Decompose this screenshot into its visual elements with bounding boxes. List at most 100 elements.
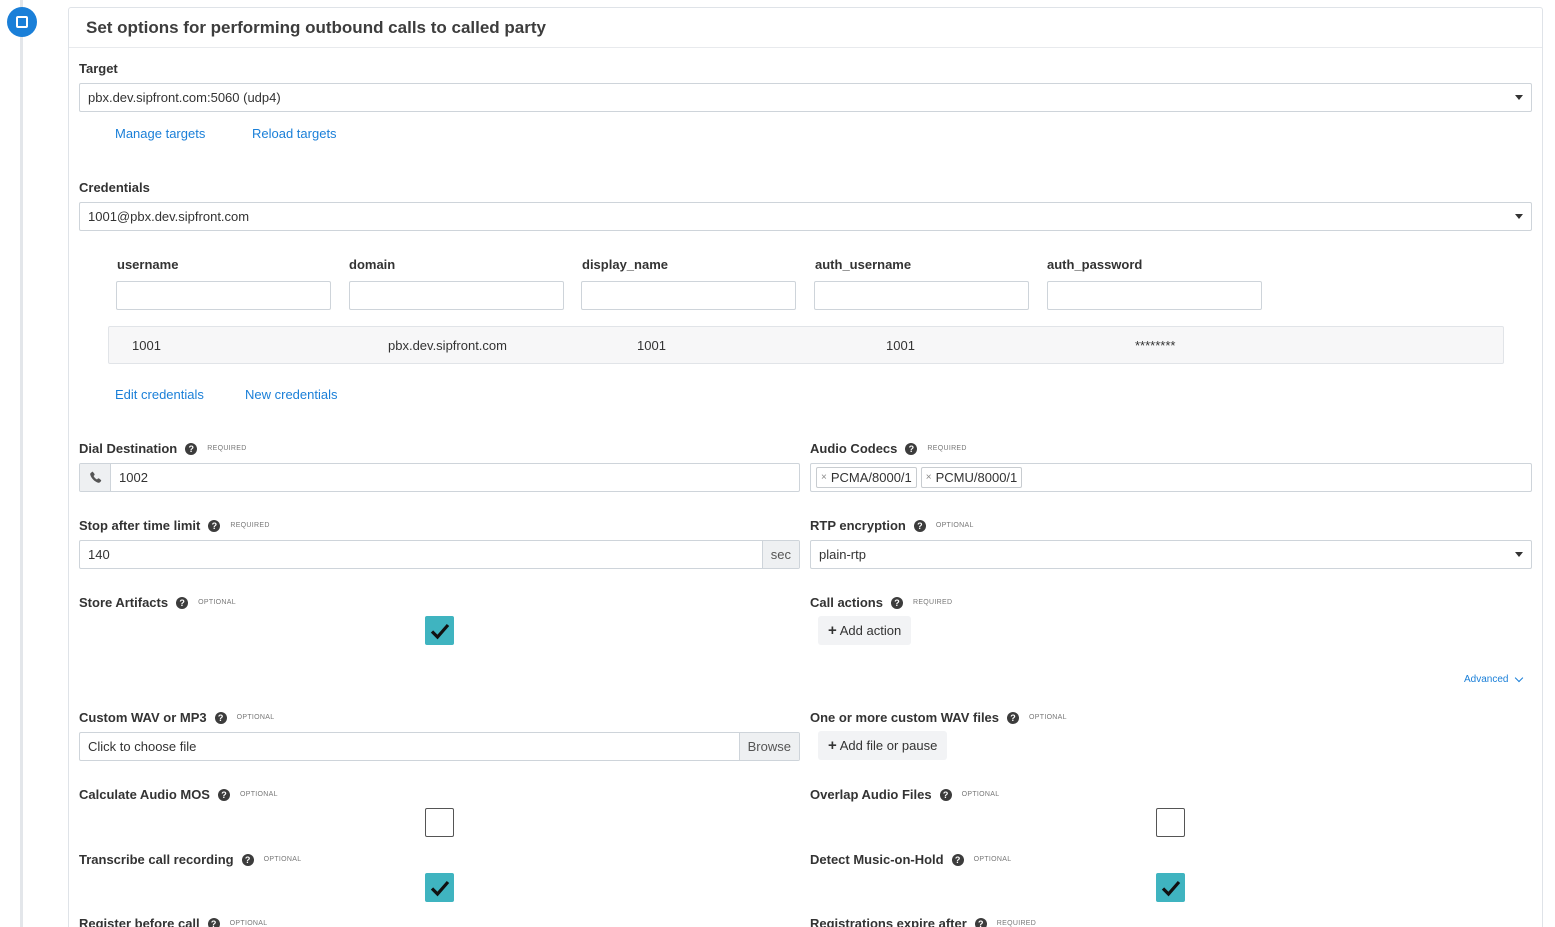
add-action-label: Add action bbox=[839, 623, 902, 638]
help-icon[interactable]: ? bbox=[208, 519, 221, 532]
optional-tag: OPTIONAL bbox=[198, 599, 236, 606]
custom-wav-label: Custom WAV or MP3 ? OPTIONAL bbox=[79, 710, 274, 725]
chevron-down-icon bbox=[1515, 673, 1524, 683]
transcribe-label: Transcribe call recording ? OPTIONAL bbox=[79, 852, 301, 867]
cell-username: 1001 bbox=[132, 338, 161, 353]
detect-moh-checkbox[interactable] bbox=[1156, 873, 1185, 902]
reg-expire-label-text: Registrations expire after bbox=[810, 916, 967, 927]
dial-destination-value: 1002 bbox=[119, 470, 148, 485]
cell-display-name: 1001 bbox=[637, 338, 666, 353]
optional-tag: OPTIONAL bbox=[935, 522, 974, 529]
help-icon[interactable]: ? bbox=[939, 788, 952, 801]
audio-codecs-multiselect[interactable]: × PCMA/8000/1 × PCMU/8000/1 bbox=[810, 463, 1532, 492]
username-filter-input[interactable] bbox=[116, 281, 331, 310]
register-before-label: Register before call ? OPTIONAL bbox=[79, 916, 267, 927]
column-header-username: username bbox=[117, 257, 179, 272]
help-icon[interactable]: ? bbox=[890, 596, 903, 609]
call-actions-label-text: Call actions bbox=[810, 595, 883, 610]
step-square-icon[interactable] bbox=[7, 7, 37, 37]
rtp-encryption-value: plain-rtp bbox=[819, 547, 866, 562]
cell-domain: pbx.dev.sipfront.com bbox=[388, 338, 507, 353]
column-header-auth-password: auth_password bbox=[1047, 257, 1143, 272]
calc-mos-label-text: Calculate Audio MOS bbox=[79, 787, 210, 802]
chevron-down-icon bbox=[1515, 552, 1523, 557]
custom-wav-placeholder: Click to choose file bbox=[88, 739, 197, 754]
custom-wav-files-label: One or more custom WAV files ? OPTIONAL bbox=[810, 710, 1067, 725]
time-limit-field[interactable]: 140 sec bbox=[79, 540, 800, 569]
help-icon[interactable]: ? bbox=[176, 596, 189, 609]
help-icon[interactable]: ? bbox=[913, 519, 926, 532]
help-icon[interactable]: ? bbox=[1007, 711, 1020, 724]
time-limit-unit: sec bbox=[761, 541, 799, 568]
plus-icon: + bbox=[828, 737, 837, 754]
store-artifacts-checkbox[interactable] bbox=[425, 616, 454, 645]
advanced-label: Advanced bbox=[1464, 674, 1509, 685]
optional-tag: OPTIONAL bbox=[1029, 714, 1067, 721]
advanced-toggle[interactable]: Advanced bbox=[1464, 673, 1524, 685]
card-title: Set options for performing outbound call… bbox=[69, 8, 1542, 48]
auth-username-filter-input[interactable] bbox=[814, 281, 1029, 310]
optional-tag: OPTIONAL bbox=[961, 791, 1000, 798]
dial-destination-field[interactable]: 1002 bbox=[79, 463, 800, 492]
credentials-label: Credentials bbox=[79, 180, 150, 195]
rtp-encryption-select[interactable]: plain-rtp bbox=[810, 540, 1532, 569]
detect-moh-label-text: Detect Music-on-Hold bbox=[810, 852, 944, 867]
dial-destination-label: Dial Destination ? REQUIRED bbox=[79, 441, 247, 456]
chevron-down-icon bbox=[1515, 95, 1523, 100]
help-icon[interactable]: ? bbox=[185, 442, 198, 455]
overlap-audio-label-text: Overlap Audio Files bbox=[810, 787, 932, 802]
reg-expire-label: Registrations expire after ? REQUIRED bbox=[810, 916, 1036, 927]
credentials-select[interactable]: 1001@pbx.dev.sipfront.com bbox=[79, 202, 1532, 231]
column-header-auth-username: auth_username bbox=[815, 257, 912, 272]
required-tag: REQUIRED bbox=[912, 599, 953, 606]
browse-button[interactable]: Browse bbox=[738, 733, 799, 760]
calc-mos-checkbox[interactable] bbox=[425, 808, 454, 837]
transcribe-label-text: Transcribe call recording bbox=[79, 852, 234, 867]
column-header-display-name: display_name bbox=[582, 257, 668, 272]
audio-codecs-label-text: Audio Codecs bbox=[810, 441, 898, 456]
table-row[interactable]: 1001 pbx.dev.sipfront.com 1001 1001 ****… bbox=[108, 326, 1504, 364]
store-artifacts-label-text: Store Artifacts bbox=[79, 595, 169, 610]
optional-tag: OPTIONAL bbox=[239, 791, 278, 798]
help-icon[interactable]: ? bbox=[217, 788, 230, 801]
manage-targets-link[interactable]: Manage targets bbox=[115, 126, 205, 141]
new-credentials-link[interactable]: New credentials bbox=[245, 387, 338, 402]
auth-password-filter-input[interactable] bbox=[1047, 281, 1262, 310]
help-icon[interactable]: ? bbox=[207, 917, 220, 927]
reload-targets-link[interactable]: Reload targets bbox=[252, 126, 337, 141]
display-name-filter-input[interactable] bbox=[581, 281, 796, 310]
checkmark-icon bbox=[1161, 880, 1180, 896]
domain-filter-input[interactable] bbox=[349, 281, 564, 310]
help-icon[interactable]: ? bbox=[974, 917, 987, 927]
codec-chip-label: PCMA/8000/1 bbox=[830, 470, 912, 485]
remove-icon[interactable]: × bbox=[926, 472, 932, 483]
add-file-or-pause-button[interactable]: + Add file or pause bbox=[818, 731, 948, 760]
time-limit-label-text: Stop after time limit bbox=[79, 518, 201, 533]
help-icon[interactable]: ? bbox=[905, 442, 918, 455]
checkmark-icon bbox=[430, 880, 449, 896]
audio-codecs-label: Audio Codecs ? REQUIRED bbox=[810, 441, 967, 456]
column-header-domain: domain bbox=[349, 257, 396, 272]
help-icon[interactable]: ? bbox=[241, 853, 254, 866]
required-tag: REQUIRED bbox=[996, 920, 1037, 927]
codec-chip: × PCMU/8000/1 bbox=[920, 467, 1023, 488]
edit-credentials-link[interactable]: Edit credentials bbox=[115, 387, 204, 402]
help-icon[interactable]: ? bbox=[214, 711, 227, 724]
rtp-encryption-label-text: RTP encryption bbox=[810, 518, 906, 533]
add-action-button[interactable]: + Add action bbox=[818, 616, 912, 645]
phone-icon bbox=[80, 464, 111, 491]
custom-wav-label-text: Custom WAV or MP3 bbox=[79, 710, 207, 725]
custom-wav-file-input[interactable]: Click to choose file Browse bbox=[79, 732, 800, 761]
target-select[interactable]: pbx.dev.sipfront.com:5060 (udp4) bbox=[79, 83, 1532, 112]
codec-chip: × PCMA/8000/1 bbox=[816, 467, 917, 488]
remove-icon[interactable]: × bbox=[821, 472, 827, 483]
cell-auth-username: 1001 bbox=[886, 338, 915, 353]
transcribe-checkbox[interactable] bbox=[425, 873, 454, 902]
overlap-audio-checkbox[interactable] bbox=[1156, 808, 1185, 837]
detect-moh-label: Detect Music-on-Hold ? OPTIONAL bbox=[810, 852, 1011, 867]
help-icon[interactable]: ? bbox=[951, 853, 964, 866]
chevron-down-icon bbox=[1515, 214, 1523, 219]
optional-tag: OPTIONAL bbox=[236, 714, 275, 721]
calc-mos-label: Calculate Audio MOS ? OPTIONAL bbox=[79, 787, 278, 802]
checkmark-icon bbox=[430, 623, 449, 639]
